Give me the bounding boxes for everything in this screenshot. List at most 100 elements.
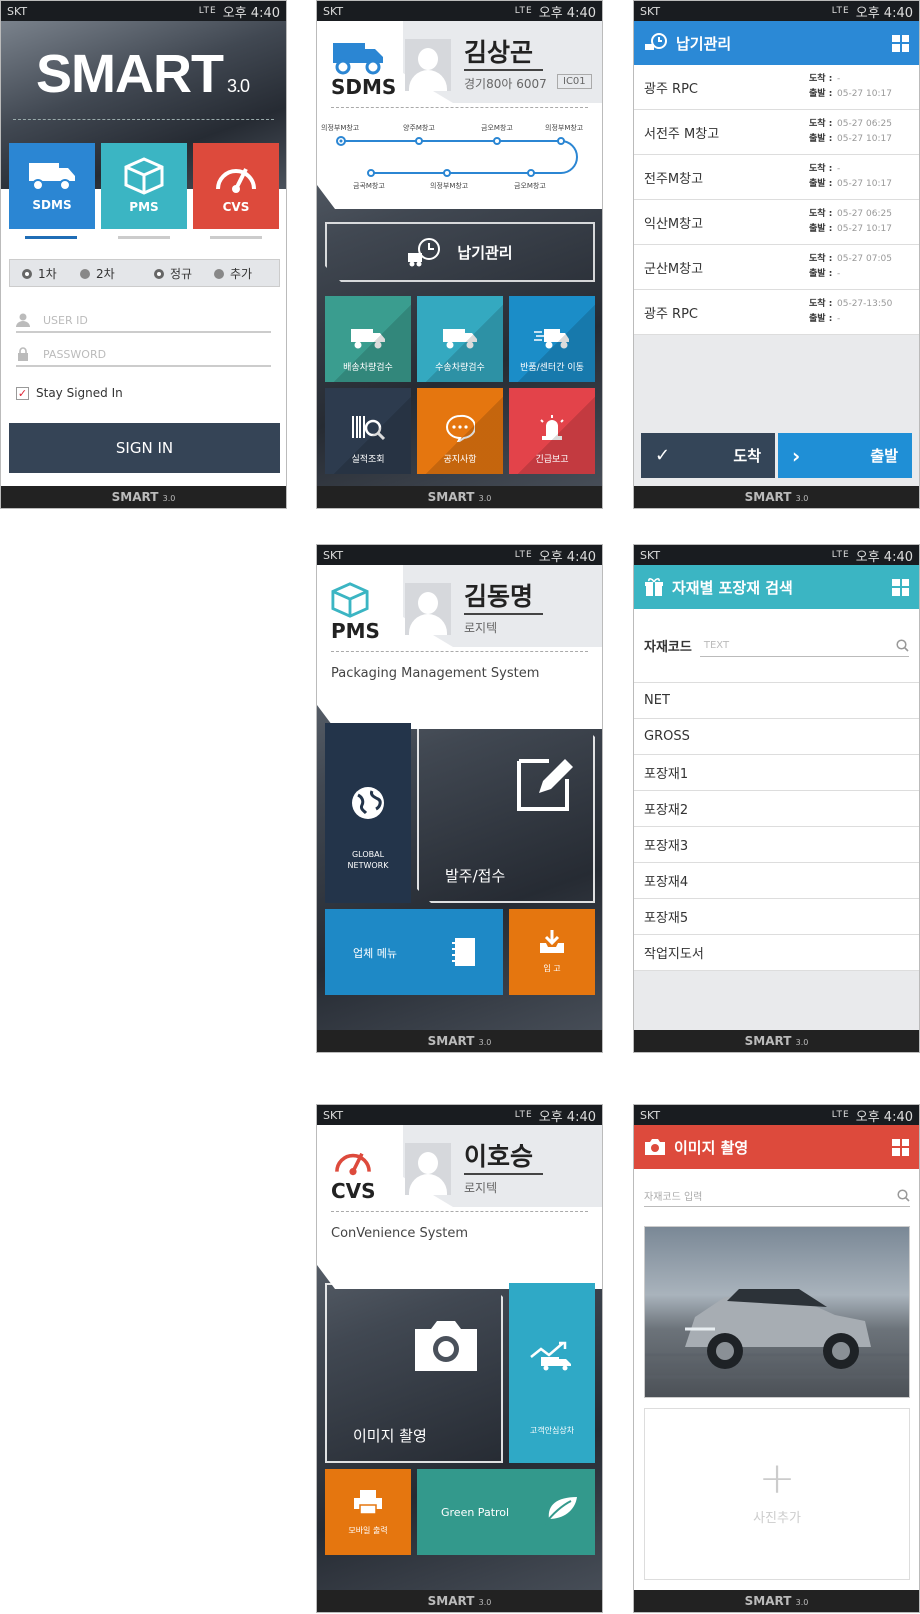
vehicle-code-badge: IC01 xyxy=(557,74,592,89)
safe-loading-button[interactable]: 고객안심상차 xyxy=(509,1283,595,1463)
warehouse-name: 군산M창고 xyxy=(644,261,704,277)
warehouse-name: 광주 RPC xyxy=(644,81,699,97)
stay-signed-in-checkbox[interactable]: ✓ Stay Signed In xyxy=(16,386,123,400)
status-bar: SKT LTE 오후 4:40 xyxy=(1,1,286,21)
route-stop: 양주M창고 xyxy=(403,124,435,132)
tile-return-transfer[interactable]: 반품/센터간 이동 xyxy=(509,296,595,382)
tile-emergency[interactable]: 긴급보고 xyxy=(509,388,595,474)
depart-button[interactable]: › 출발 xyxy=(778,433,912,478)
captured-car-photo xyxy=(644,1226,910,1398)
chat-bubble-icon xyxy=(446,414,475,442)
search-icon[interactable] xyxy=(897,1189,910,1202)
pms-profile-panel: PMS 김동명 로지텍 Packaging Management System xyxy=(317,565,602,729)
time-block: 도착 : - 출발 :05-27 10:17 xyxy=(809,74,892,99)
tile-notice[interactable]: 공지사항 xyxy=(417,388,503,474)
vendor-menu-button[interactable]: 업체 메뉴 xyxy=(325,909,503,995)
mobile-print-button[interactable]: 모바일 출력 xyxy=(325,1469,411,1555)
sdms-brand: SDMS xyxy=(331,75,397,99)
radio-extra[interactable]: 추가 xyxy=(214,265,252,282)
truck-chart-icon xyxy=(530,1341,571,1371)
green-patrol-button[interactable]: Green Patrol xyxy=(417,1469,595,1555)
app-tile-pms[interactable]: PMS xyxy=(101,143,187,229)
clock-truck-icon xyxy=(645,33,667,50)
global-network-button[interactable]: GLOBAL NETWORK xyxy=(325,723,411,903)
login-screen: SKT LTE 오후 4:40 SMART 3.0 SDMS PMS CVS 1차 2… xyxy=(0,0,287,509)
delivery-management-button[interactable]: 납기관리 xyxy=(325,222,595,282)
tile-transport-vehicle-check[interactable]: 수송차량검수 xyxy=(417,296,503,382)
warehouse-name: 서전주 M창고 xyxy=(644,126,720,142)
checkbox-checked-icon: ✓ xyxy=(16,386,29,400)
route-stop: 의정부M창고 xyxy=(430,182,469,190)
time-block: 도착 : - 출발 :05-27 10:17 xyxy=(809,164,892,189)
menu-grid-icon[interactable] xyxy=(892,1138,909,1156)
radio-1[interactable]: 1차 xyxy=(22,265,80,282)
menu-grid-icon[interactable] xyxy=(892,34,909,52)
order-receipt-button[interactable]: 발주/접수 xyxy=(417,723,595,903)
material-code-input[interactable]: 자재코드 입력 xyxy=(644,1185,910,1207)
packaging-item[interactable]: 포장재2 xyxy=(634,791,919,827)
plus-icon: + xyxy=(758,1453,796,1504)
route-stop: 의정부M창고 xyxy=(545,124,584,132)
truck-icon xyxy=(443,329,477,349)
app-tile-cvs[interactable]: CVS xyxy=(193,143,279,229)
user-name: 이호승 xyxy=(464,1141,544,1175)
packaging-list: NET GROSS 포장재1 포장재2 포장재3 포장재4 포장재5 작업지도서 xyxy=(634,683,919,971)
footer: SMART 3.0 xyxy=(317,1590,602,1612)
route-stop: 금곡M창고 xyxy=(353,182,385,190)
status-bar: SKT LTE 오후 4:40 xyxy=(317,1,602,21)
user-id-field[interactable]: USER ID xyxy=(16,309,271,333)
status-bar: SKT LTE 오후 4:40 xyxy=(317,545,602,565)
tab-indicator-active xyxy=(25,236,77,239)
route-stop: 금오M창고 xyxy=(481,124,513,132)
material-code-input[interactable]: TEXT xyxy=(699,635,909,657)
delivery-row[interactable]: 전주M창고 도착 : - 출발 :05-27 10:17 xyxy=(634,155,919,200)
password-field[interactable]: PASSWORD xyxy=(16,343,271,367)
delivery-row[interactable]: 광주 RPC 도착 : - 출발 :05-27 10:17 xyxy=(634,65,919,110)
camera-icon xyxy=(411,1317,481,1373)
delivery-row[interactable]: 광주 RPC 도착 :05-27-13:50 출발 :- xyxy=(634,290,919,335)
app-tile-sdms[interactable]: SDMS xyxy=(9,143,95,229)
arrive-button[interactable]: ✓ 도착 xyxy=(641,433,775,478)
radio-regular[interactable]: 정규 xyxy=(154,265,214,282)
notebook-icon xyxy=(452,938,475,966)
delivery-row[interactable]: 서전주 M창고 도착 :05-27 06:25 출발 :05-27 10:17 xyxy=(634,110,919,155)
siren-icon xyxy=(540,415,564,440)
footer: SMART 3.0 xyxy=(634,1030,919,1052)
footer: SMART 3.0 xyxy=(634,1590,919,1612)
pms-box-logo-icon xyxy=(331,582,369,618)
packaging-item[interactable]: 작업지도서 xyxy=(634,935,919,971)
add-photo-button[interactable]: + 사진추가 xyxy=(644,1408,910,1580)
image-capture-button[interactable]: 이미지 촬영 xyxy=(325,1283,503,1463)
sign-in-button[interactable]: SIGN IN xyxy=(9,423,280,473)
inbox-download-icon xyxy=(540,930,564,953)
radio-2[interactable]: 2차 xyxy=(80,265,154,282)
leaf-icon xyxy=(544,1497,577,1525)
image-capture-screen: SKT LTE 오후 4:40 이미지 촬영 자재코드 입력 + 사진추가 SMAR… xyxy=(633,1104,920,1613)
delivery-row[interactable]: 익산M창고 도착 :05-27 06:25 출발 :05-27 10:17 xyxy=(634,200,919,245)
tile-performance[interactable]: 실적조회 xyxy=(325,388,411,474)
printer-icon xyxy=(354,1490,382,1515)
camera-icon xyxy=(645,1139,665,1155)
clock-truck-icon xyxy=(408,238,441,267)
tile-delivery-vehicle-check[interactable]: 배송차량검수 xyxy=(325,296,411,382)
packaging-item[interactable]: 포장재5 xyxy=(634,899,919,935)
delivery-row[interactable]: 군산M창고 도착 :05-27 07:05 출발 :- xyxy=(634,245,919,290)
packaging-item[interactable]: NET xyxy=(634,683,919,719)
header: 납기관리 xyxy=(634,21,919,65)
barcode-search-icon xyxy=(352,416,385,441)
search-icon[interactable] xyxy=(896,638,909,652)
route-stop: 의정부M창고 xyxy=(321,124,360,132)
company-name: 로지텍 xyxy=(464,1181,498,1195)
inbound-button[interactable]: 입 고 xyxy=(509,909,595,995)
time-block: 도착 :05-27-13:50 출발 :- xyxy=(809,299,893,324)
packaging-item[interactable]: 포장재4 xyxy=(634,863,919,899)
gift-icon xyxy=(645,578,663,596)
menu-grid-icon[interactable] xyxy=(892,578,909,596)
packaging-item[interactable]: 포장재1 xyxy=(634,755,919,791)
footer: SMART 3.0 xyxy=(634,486,919,508)
lock-icon xyxy=(18,347,28,361)
delivery-list: 광주 RPC 도착 : - 출발 :05-27 10:17 서전주 M창고 도착 :05-… xyxy=(634,65,919,335)
packaging-item[interactable]: 포장재3 xyxy=(634,827,919,863)
delivery-list-screen: SKT LTE 오후 4:40 납기관리 광주 RPC 도착 : - 출발 :05-27 … xyxy=(633,0,920,509)
packaging-item[interactable]: GROSS xyxy=(634,719,919,755)
